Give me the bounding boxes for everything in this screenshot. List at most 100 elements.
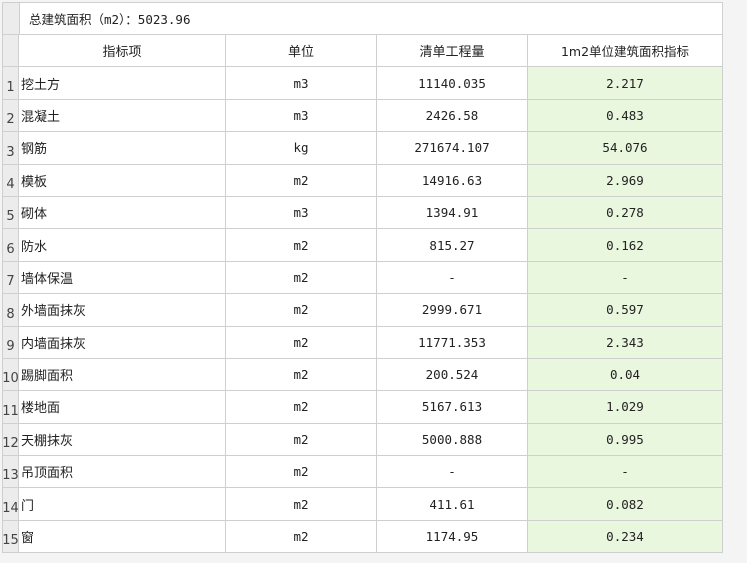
item-cell[interactable]: 外墙面抹灰 [19, 294, 226, 327]
row-number: 13 [2, 456, 19, 489]
row-number: 2 [3, 99, 19, 133]
unit-cell[interactable]: m2 [226, 488, 377, 521]
index-cell[interactable]: 2.969 [528, 164, 723, 197]
index-cell[interactable]: 0.278 [528, 196, 723, 230]
index-cell[interactable]: 0.597 [528, 294, 723, 327]
table-row[interactable]: 4 模板 m2 14916.63 2.969 [3, 164, 723, 197]
unit-cell[interactable]: m2 [226, 164, 377, 197]
qty-cell[interactable]: 1174.95 [377, 520, 528, 554]
item-cell[interactable]: 吊顶面积 [19, 456, 226, 489]
row-number: 6 [3, 229, 19, 262]
item-cell[interactable]: 天棚抹灰 [19, 423, 226, 457]
row-number: 9 [3, 326, 19, 359]
qty-cell[interactable]: 1394.91 [377, 196, 528, 230]
qty-cell[interactable]: 2426.58 [377, 99, 528, 133]
item-cell[interactable]: 楼地面 [19, 391, 226, 424]
item-cell[interactable]: 钢筋 [19, 132, 226, 165]
index-cell[interactable]: 0.234 [528, 520, 723, 554]
index-cell[interactable]: 1.029 [528, 391, 723, 424]
item-cell[interactable]: 挖土方 [19, 67, 226, 100]
item-cell[interactable]: 内墙面抹灰 [19, 326, 226, 359]
header-unit[interactable]: 单位 [226, 35, 377, 68]
qty-cell[interactable]: 815.27 [377, 229, 528, 262]
total-area-row: 总建筑面积（m2）：5023.96 [3, 3, 723, 35]
header-row: 指标项 单位 清单工程量 1m2单位建筑面积指标 [3, 35, 723, 68]
index-cell[interactable]: 0.995 [528, 423, 723, 457]
qty-cell[interactable]: - [377, 261, 528, 295]
index-cell[interactable]: 0.483 [528, 99, 723, 133]
table-row[interactable]: 8 外墙面抹灰 m2 2999.671 0.597 [3, 294, 723, 327]
index-cell[interactable]: 0.082 [528, 488, 723, 521]
row-number: 4 [3, 164, 19, 197]
table-row[interactable]: 11 楼地面 m2 5167.613 1.029 [2, 391, 723, 424]
row-number: 10 [2, 358, 19, 392]
item-cell[interactable]: 门 [19, 488, 226, 521]
header-qty[interactable]: 清单工程量 [377, 35, 528, 68]
qty-cell[interactable]: 271674.107 [377, 132, 528, 165]
item-cell[interactable]: 模板 [19, 164, 226, 197]
qty-cell[interactable]: 5000.888 [377, 423, 528, 457]
table-row[interactable]: 12 天棚抹灰 m2 5000.888 0.995 [2, 423, 723, 457]
item-cell[interactable]: 踢脚面积 [19, 358, 226, 392]
row-number: 12 [2, 423, 19, 457]
item-cell[interactable]: 窗 [19, 520, 226, 554]
item-cell[interactable]: 砌体 [19, 196, 226, 230]
indicator-grid: 总建筑面积（m2）：5023.96 指标项 单位 清单工程量 1m2单位建筑面积… [2, 2, 723, 554]
total-area-label[interactable]: 总建筑面积（m2）：5023.96 [20, 3, 723, 35]
header-index[interactable]: 1m2单位建筑面积指标 [528, 35, 723, 68]
qty-cell[interactable]: - [377, 456, 528, 489]
qty-cell[interactable]: 2999.671 [377, 294, 528, 327]
qty-cell[interactable]: 14916.63 [377, 164, 528, 197]
unit-cell[interactable]: m3 [226, 99, 377, 133]
table-row[interactable]: 1 挖土方 m3 11140.035 2.217 [3, 67, 723, 100]
row-number: 5 [3, 196, 19, 230]
unit-cell[interactable]: kg [226, 132, 377, 165]
unit-cell[interactable]: m2 [226, 261, 377, 295]
index-cell[interactable]: 2.217 [528, 67, 723, 100]
unit-cell[interactable]: m2 [226, 326, 377, 359]
unit-cell[interactable]: m2 [226, 456, 377, 489]
header-rownum [3, 35, 19, 68]
table-row[interactable]: 3 钢筋 kg 271674.107 54.076 [3, 132, 723, 165]
unit-cell[interactable]: m2 [226, 391, 377, 424]
index-cell[interactable]: - [528, 456, 723, 489]
qty-cell[interactable]: 200.524 [377, 358, 528, 392]
item-cell[interactable]: 墙体保温 [19, 261, 226, 295]
index-cell[interactable]: 0.162 [528, 229, 723, 262]
corner-cell [3, 3, 20, 35]
table-row[interactable]: 9 内墙面抹灰 m2 11771.353 2.343 [3, 326, 723, 359]
item-cell[interactable]: 混凝土 [19, 99, 226, 133]
table-row[interactable]: 13 吊顶面积 m2- - [2, 456, 723, 489]
table-body: 1 挖土方 m3 11140.035 2.217 2 混凝土 m3 2426.58 0.483 3 钢… [2, 67, 723, 554]
row-number: 3 [3, 132, 19, 165]
item-cell[interactable]: 防水 [19, 229, 226, 262]
row-number: 15 [2, 520, 19, 554]
qty-cell[interactable]: 11140.035 [377, 67, 528, 100]
unit-cell[interactable]: m2 [226, 294, 377, 327]
qty-cell[interactable]: 411.61 [377, 488, 528, 521]
table-row[interactable]: 14 门 m2 411.61 0.082 [2, 488, 723, 521]
index-cell[interactable]: 2.343 [528, 326, 723, 359]
header-item[interactable]: 指标项 [19, 35, 226, 68]
qty-cell[interactable]: 11771.353 [377, 326, 528, 359]
row-number: 1 [3, 67, 19, 100]
unit-cell[interactable]: m2 [226, 423, 377, 457]
unit-cell[interactable]: m2 [226, 358, 377, 392]
unit-cell[interactable]: m3 [226, 196, 377, 230]
row-number: 11 [2, 391, 19, 424]
row-number: 14 [2, 488, 19, 521]
row-number: 8 [3, 294, 19, 327]
unit-cell[interactable]: m2 [226, 520, 377, 554]
table-row[interactable]: 5 砌体 m3 1394.91 0.278 [3, 196, 723, 230]
table-row[interactable]: 6 防水 m2 815.27 0.162 [3, 229, 723, 262]
table-row[interactable]: 10 踢脚面积 m2 200.524 0.04 [2, 358, 723, 392]
unit-cell[interactable]: m2 [226, 229, 377, 262]
table-row[interactable]: 2 混凝土 m3 2426.58 0.483 [3, 99, 723, 133]
unit-cell[interactable]: m3 [226, 67, 377, 100]
index-cell[interactable]: 0.04 [528, 358, 723, 392]
table-row[interactable]: 7 墙体保温 m2- - [3, 261, 723, 295]
qty-cell[interactable]: 5167.613 [377, 391, 528, 424]
index-cell[interactable]: - [528, 261, 723, 295]
table-row[interactable]: 15 窗 m2 1174.95 0.234 [2, 520, 723, 554]
index-cell[interactable]: 54.076 [528, 132, 723, 165]
